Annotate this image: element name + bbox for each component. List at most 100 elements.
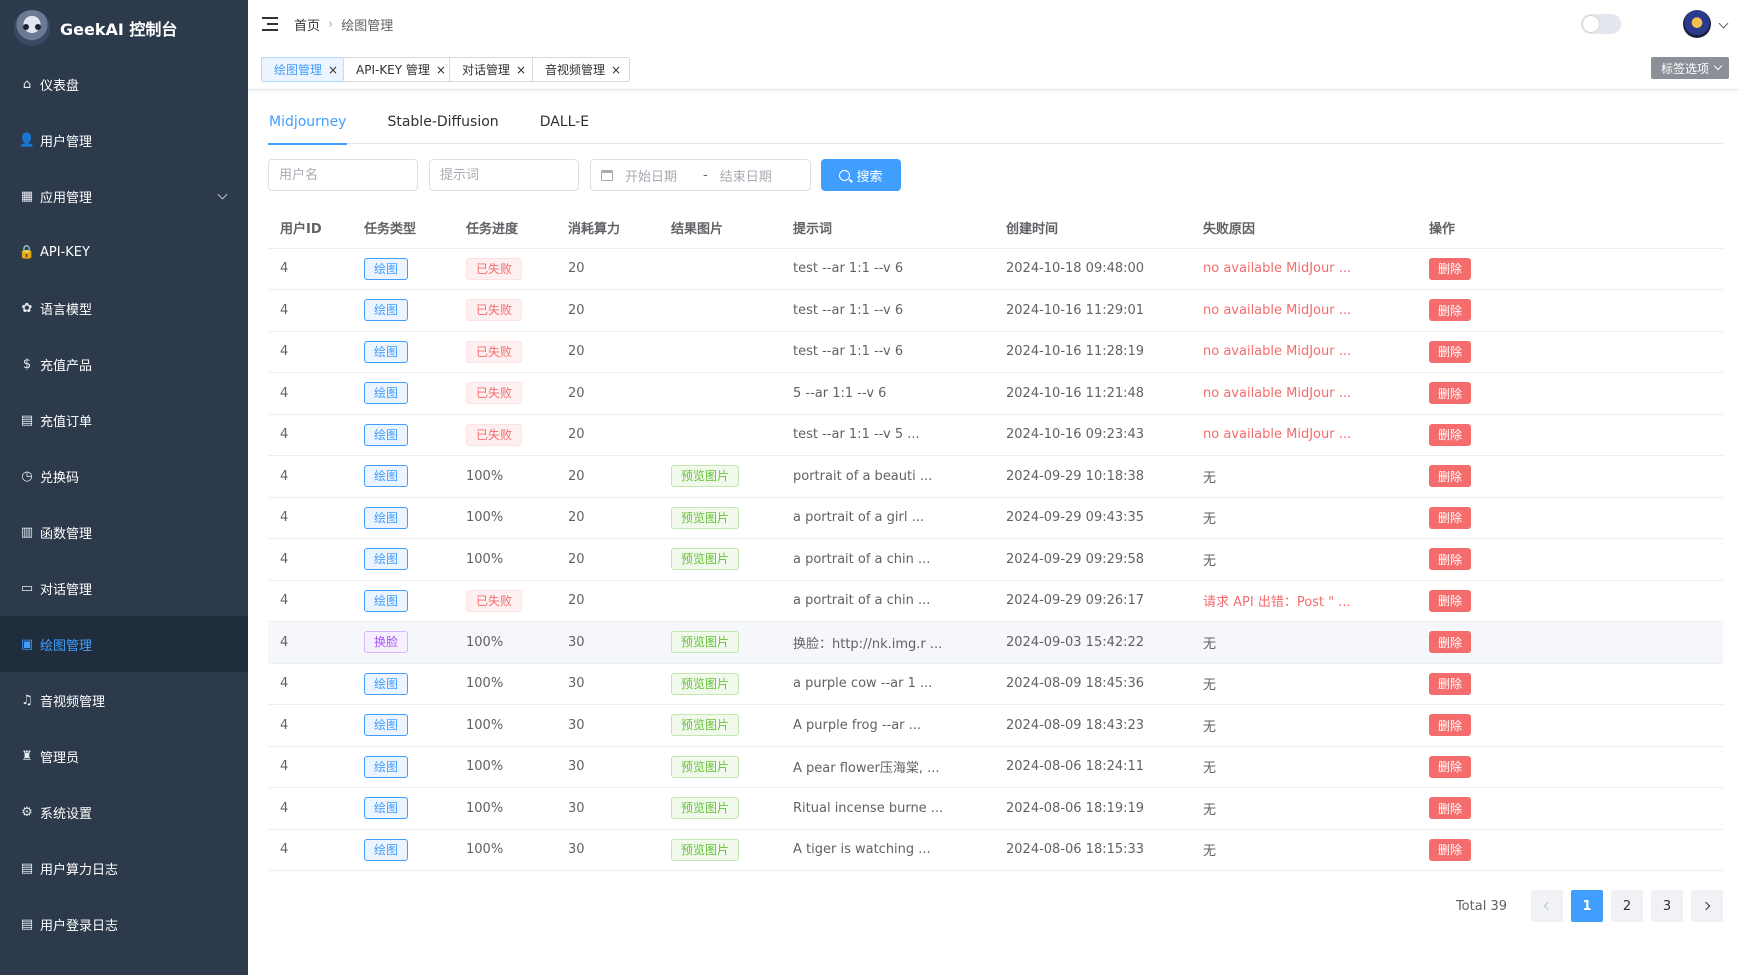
delete-button[interactable]: 删除	[1429, 838, 1472, 861]
page-button[interactable]: 1	[1571, 890, 1603, 922]
menu-toggle-icon[interactable]	[262, 17, 278, 31]
page-button[interactable]: 2	[1611, 890, 1643, 922]
search-button[interactable]: 搜索	[821, 159, 901, 191]
cell-actions: 删除	[1417, 497, 1723, 539]
delete-button[interactable]: 删除	[1429, 506, 1472, 529]
cell-created-time: 2024-09-29 09:26:17	[994, 580, 1191, 622]
delete-button[interactable]: 删除	[1429, 548, 1472, 571]
date-end[interactable]: 结束日期	[720, 166, 794, 185]
prev-page-button[interactable]	[1531, 890, 1563, 922]
delete-button[interactable]: 删除	[1429, 382, 1472, 405]
cell-prompt: A purple frog --ar ...	[781, 704, 994, 747]
cell-actions: 删除	[1417, 746, 1723, 788]
cell-power: 30	[556, 746, 659, 788]
sidebar-item[interactable]: 👤 用户管理	[0, 112, 248, 168]
chevron-down-icon	[1713, 61, 1723, 71]
cell-actions: 删除	[1417, 787, 1723, 830]
sidebar-item[interactable]: ⌂ 仪表盘	[0, 56, 248, 112]
chat-icon: ▭	[20, 580, 34, 596]
preview-image-button[interactable]: 预览图片	[671, 465, 740, 488]
cell-result-image: 预览图片	[659, 663, 781, 705]
cell-actions: 删除	[1417, 414, 1723, 456]
delete-button[interactable]: 删除	[1429, 423, 1472, 446]
tab-1[interactable]: Stable-Diffusion	[386, 100, 499, 144]
preview-image-button[interactable]: 预览图片	[671, 631, 740, 654]
cell-task-type: 绘图	[352, 538, 454, 581]
prompt-input[interactable]	[429, 159, 579, 191]
close-icon[interactable]: ×	[516, 63, 526, 77]
tag-item[interactable]: 音视频管理 ×	[532, 57, 631, 82]
delete-button[interactable]: 删除	[1429, 465, 1472, 488]
preview-image-button[interactable]: 预览图片	[671, 755, 740, 778]
avatar[interactable]	[1683, 10, 1711, 38]
delete-button[interactable]: 删除	[1429, 340, 1472, 363]
delete-button[interactable]: 删除	[1429, 672, 1472, 695]
preview-image-button[interactable]: 预览图片	[671, 714, 740, 737]
cell-created-time: 2024-10-18 09:48:00	[994, 248, 1191, 290]
tag-item[interactable]: API-KEY 管理 ×	[343, 57, 455, 82]
status-badge: 已失败	[466, 299, 523, 322]
tag-options-button[interactable]: 标签选项	[1650, 57, 1729, 79]
task-type-badge: 绘图	[364, 589, 409, 612]
cell-power: 20	[556, 455, 659, 498]
column-header: 消耗算力	[556, 208, 659, 249]
sidebar-item[interactable]: ▦ 应用管理	[0, 168, 248, 224]
close-icon[interactable]: ×	[328, 63, 338, 77]
preview-image-button[interactable]: 预览图片	[671, 797, 740, 820]
date-range-picker[interactable]: 开始日期 - 结束日期	[590, 159, 811, 191]
delete-button[interactable]: 删除	[1429, 755, 1472, 778]
close-icon[interactable]: ×	[436, 63, 446, 77]
sidebar-item[interactable]: ▥ 函数管理	[0, 504, 248, 560]
delete-button[interactable]: 删除	[1429, 257, 1472, 280]
page-button[interactable]: 3	[1651, 890, 1683, 922]
cell-progress: 100%	[454, 538, 556, 581]
sidebar-item[interactable]: ▭ 对话管理	[0, 560, 248, 616]
tab-0[interactable]: Midjourney	[268, 100, 348, 145]
cell-prompt: A pear flower压海棠, ...	[781, 746, 994, 788]
sidebar-item[interactable]: ✿ 语言模型	[0, 280, 248, 336]
date-start[interactable]: 开始日期	[625, 166, 699, 185]
cell-power: 20	[556, 414, 659, 456]
sidebar-item[interactable]: ▣ 绘图管理	[0, 616, 248, 672]
cell-prompt: test --ar 1:1 --v 5 ...	[781, 414, 994, 456]
cell-user-id: 4	[268, 248, 352, 290]
column-header: 提示词	[781, 208, 994, 249]
cell-power: 30	[556, 704, 659, 747]
brand[interactable]: GeekAI 控制台	[0, 0, 248, 56]
cell-prompt: a portrait of a chin ...	[781, 538, 994, 581]
sidebar-item[interactable]: ♫ 音视频管理	[0, 672, 248, 728]
delete-button[interactable]: 删除	[1429, 714, 1472, 737]
close-icon[interactable]: ×	[611, 63, 621, 77]
sidebar-item[interactable]: ▤ 用户登录日志	[0, 896, 248, 952]
chevron-down-icon[interactable]	[1718, 18, 1729, 29]
table-row: 4 绘图 已失败 20 test --ar 1:1 --v 6 2024-10-18 09…	[268, 248, 1723, 290]
delete-button[interactable]: 删除	[1429, 589, 1472, 612]
sidebar-item[interactable]: ▤ 用户算力日志	[0, 840, 248, 896]
sidebar-item[interactable]: ▤ 充值订单	[0, 392, 248, 448]
tag-item[interactable]: 绘图管理 ×	[261, 57, 348, 82]
delete-button[interactable]: 删除	[1429, 299, 1472, 322]
cell-prompt: test --ar 1:1 --v 6	[781, 289, 994, 332]
preview-image-button[interactable]: 预览图片	[671, 506, 740, 529]
preview-image-button[interactable]: 预览图片	[671, 548, 740, 571]
breadcrumb-home[interactable]: 首页	[294, 15, 320, 34]
delete-button[interactable]: 删除	[1429, 797, 1472, 820]
theme-toggle[interactable]	[1581, 14, 1621, 34]
tag-item[interactable]: 对话管理 ×	[449, 57, 536, 82]
tab-2[interactable]: DALL-E	[539, 100, 590, 144]
sidebar-item[interactable]: ◷ 兑换码	[0, 448, 248, 504]
cell-prompt: a purple cow --ar 1 ...	[781, 663, 994, 705]
cell-result-image: 预览图片	[659, 704, 781, 747]
sidebar-item[interactable]: ♜ 管理员	[0, 728, 248, 784]
sidebar-item[interactable]: $ 充值产品	[0, 336, 248, 392]
sidebar-item[interactable]: ⚙ 系统设置	[0, 784, 248, 840]
sidebar-item[interactable]: 🔒 API-KEY	[0, 224, 248, 280]
cell-fail-reason: no available MidJour ...	[1191, 289, 1417, 332]
cell-created-time: 2024-09-29 09:29:58	[994, 538, 1191, 581]
preview-image-button[interactable]: 预览图片	[671, 672, 740, 695]
delete-button[interactable]: 删除	[1429, 631, 1472, 654]
cell-power: 20	[556, 331, 659, 373]
preview-image-button[interactable]: 预览图片	[671, 838, 740, 861]
username-input[interactable]	[268, 159, 418, 191]
next-page-button[interactable]	[1691, 890, 1723, 922]
